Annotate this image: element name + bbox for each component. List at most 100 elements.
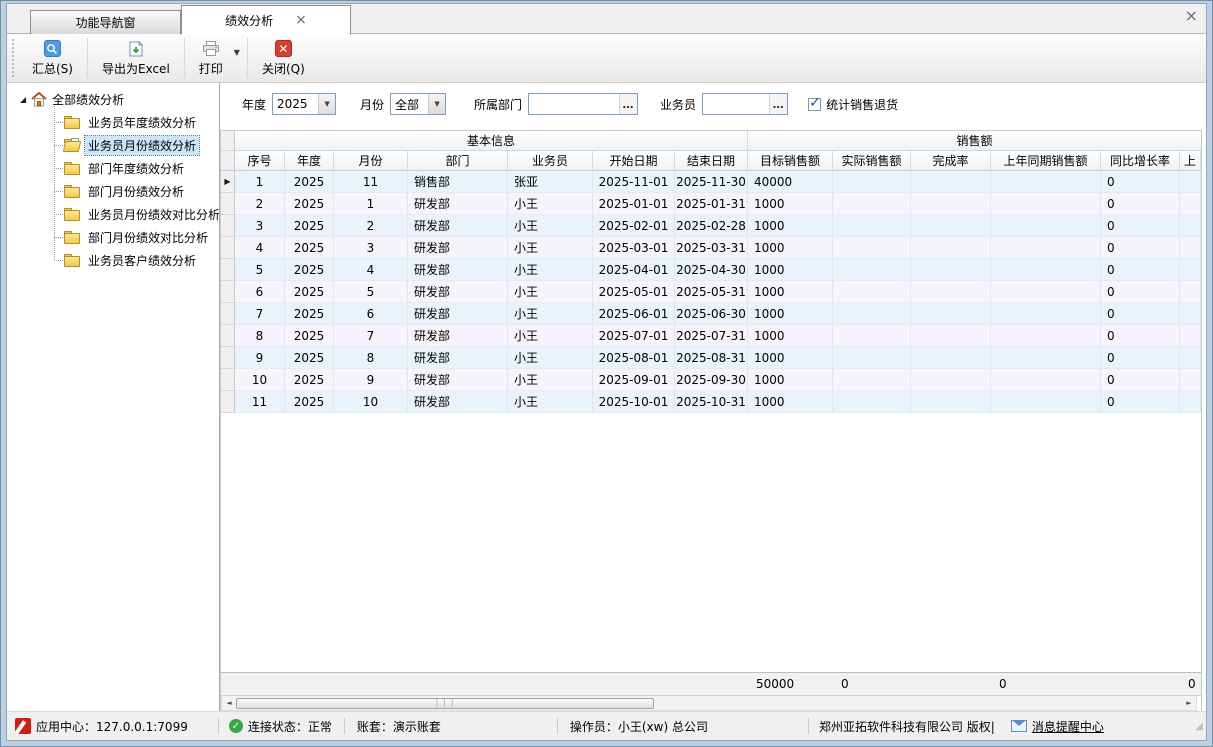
table-cell[interactable]: 小王 (508, 303, 593, 325)
table-cell[interactable]: 0 (1101, 237, 1180, 259)
tab-close-icon[interactable]: × (295, 13, 307, 27)
table-cell[interactable]: 2025-11-30 (675, 171, 748, 193)
window-close-icon[interactable]: × (1185, 8, 1198, 24)
table-cell[interactable]: 2025-09-01 (593, 369, 675, 391)
table-cell[interactable]: 10 (235, 369, 285, 391)
table-cell[interactable]: 小王 (508, 369, 593, 391)
table-cell[interactable]: 研发部 (408, 259, 508, 281)
table-row[interactable]: 720256研发部小王2025-06-012025-06-3010000 (221, 303, 1201, 325)
table-cell[interactable]: 2025 (285, 347, 334, 369)
table-cell[interactable] (991, 325, 1101, 347)
column-header-1[interactable]: 年度 (285, 151, 334, 170)
salesman-lookup-input[interactable]: … (702, 93, 788, 115)
table-cell[interactable]: 2025 (285, 193, 334, 215)
table-cell[interactable]: 研发部 (408, 215, 508, 237)
summarize-button[interactable]: 汇总(S) (21, 34, 84, 82)
table-cell[interactable] (911, 347, 991, 369)
scroll-left-icon[interactable]: ◄ (222, 699, 236, 707)
tab-performance-analysis[interactable]: 绩效分析 × (181, 5, 351, 35)
table-cell[interactable]: 2025 (285, 171, 334, 193)
resize-grip-icon[interactable]: ◢ (1195, 721, 1203, 732)
table-cell[interactable] (1180, 369, 1201, 391)
table-cell[interactable]: 小王 (508, 215, 593, 237)
table-cell[interactable]: 2025 (285, 325, 334, 347)
table-cell[interactable]: 2025-06-30 (675, 303, 748, 325)
scrollbar-thumb[interactable]: ❘❘❘ (236, 698, 654, 709)
table-cell[interactable]: 1000 (748, 237, 833, 259)
table-cell[interactable]: 2025-11-01 (593, 171, 675, 193)
table-row[interactable]: 11202510研发部小王2025-10-012025-10-3110000 (221, 391, 1201, 413)
table-cell[interactable]: 0 (1101, 325, 1180, 347)
table-cell[interactable]: 1 (235, 171, 285, 193)
table-cell[interactable]: 2025-10-01 (593, 391, 675, 413)
table-cell[interactable] (991, 193, 1101, 215)
table-cell[interactable]: 2025 (285, 303, 334, 325)
table-row[interactable]: ▶1202511销售部张亚2025-11-012025-11-30400000 (221, 171, 1201, 193)
table-cell[interactable]: 1000 (748, 369, 833, 391)
column-header-11[interactable]: 同比增长率 (1101, 151, 1180, 170)
table-cell[interactable]: 小王 (508, 281, 593, 303)
table-cell[interactable]: 小王 (508, 259, 593, 281)
count-returns-checkbox[interactable]: ✓ (808, 98, 821, 111)
column-header-4[interactable]: 业务员 (508, 151, 593, 170)
tree-item-5[interactable]: 部门月份绩效对比分析 (7, 226, 219, 249)
table-cell[interactable]: 2025-08-31 (675, 347, 748, 369)
table-row[interactable]: 820257研发部小王2025-07-012025-07-3110000 (221, 325, 1201, 347)
table-row[interactable]: 320252研发部小王2025-02-012025-02-2810000 (221, 215, 1201, 237)
table-cell[interactable]: 2025 (285, 215, 334, 237)
export-excel-button[interactable]: 导出为Excel (91, 34, 181, 82)
table-cell[interactable] (833, 369, 911, 391)
table-cell[interactable]: 0 (1101, 303, 1180, 325)
tree-item-0[interactable]: 业务员年度绩效分析 (7, 111, 219, 134)
table-cell[interactable] (991, 391, 1101, 413)
table-cell[interactable]: 2025 (285, 369, 334, 391)
tree-root-all-performance[interactable]: ◢ 全部绩效分析 (7, 88, 219, 111)
table-cell[interactable]: 0 (1101, 281, 1180, 303)
table-cell[interactable]: 6 (235, 281, 285, 303)
table-cell[interactable]: 2025-02-28 (675, 215, 748, 237)
table-cell[interactable]: 2025-03-01 (593, 237, 675, 259)
table-cell[interactable]: 8 (334, 347, 408, 369)
table-cell[interactable]: 6 (334, 303, 408, 325)
horizontal-scrollbar[interactable]: ◄ ❘❘❘ ► (221, 696, 1197, 711)
table-cell[interactable]: 2025 (285, 391, 334, 413)
table-cell[interactable] (1180, 259, 1201, 281)
chevron-down-icon[interactable]: ▼ (318, 94, 335, 114)
table-cell[interactable]: 小王 (508, 193, 593, 215)
table-cell[interactable]: 11 (334, 171, 408, 193)
table-cell[interactable] (991, 259, 1101, 281)
table-cell[interactable]: 2025-01-31 (675, 193, 748, 215)
table-cell[interactable] (911, 193, 991, 215)
table-row[interactable]: 620255研发部小王2025-05-012025-05-3110000 (221, 281, 1201, 303)
table-cell[interactable] (911, 391, 991, 413)
table-cell[interactable]: 2025-09-30 (675, 369, 748, 391)
table-cell[interactable] (1180, 237, 1201, 259)
column-header-6[interactable]: 结束日期 (675, 151, 748, 170)
table-cell[interactable]: 研发部 (408, 347, 508, 369)
table-cell[interactable] (991, 215, 1101, 237)
table-cell[interactable]: 2025-07-31 (675, 325, 748, 347)
table-cell[interactable]: 4 (235, 237, 285, 259)
table-cell[interactable] (1180, 325, 1201, 347)
table-row[interactable]: 220251研发部小王2025-01-012025-01-3110000 (221, 193, 1201, 215)
table-cell[interactable]: 0 (1101, 391, 1180, 413)
table-cell[interactable]: 0 (1101, 171, 1180, 193)
table-cell[interactable]: 2025-01-01 (593, 193, 675, 215)
message-center-link[interactable]: 消息提醒中心 (1011, 718, 1104, 735)
table-cell[interactable] (1180, 171, 1201, 193)
column-header-9[interactable]: 完成率 (911, 151, 991, 170)
table-cell[interactable]: 7 (334, 325, 408, 347)
table-cell[interactable] (833, 281, 911, 303)
tree-item-3[interactable]: 部门月份绩效分析 (7, 180, 219, 203)
table-cell[interactable]: 11 (235, 391, 285, 413)
table-cell[interactable]: 2025-02-01 (593, 215, 675, 237)
table-cell[interactable] (991, 303, 1101, 325)
table-cell[interactable]: 10 (334, 391, 408, 413)
table-cell[interactable]: 研发部 (408, 193, 508, 215)
table-cell[interactable]: 研发部 (408, 281, 508, 303)
table-cell[interactable]: 研发部 (408, 325, 508, 347)
table-cell[interactable]: 7 (235, 303, 285, 325)
table-cell[interactable] (1180, 215, 1201, 237)
table-cell[interactable] (991, 281, 1101, 303)
table-cell[interactable]: 2025-04-30 (675, 259, 748, 281)
